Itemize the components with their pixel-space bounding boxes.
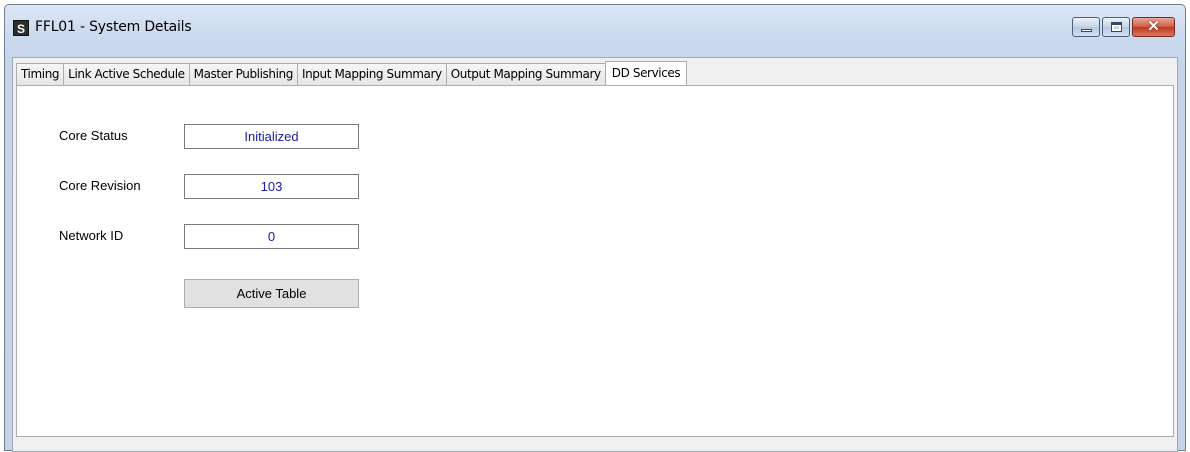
close-button[interactable]: ✕	[1132, 17, 1175, 37]
core-status-field[interactable]: Initialized	[184, 124, 359, 149]
tab-master-publishing[interactable]: Master Publishing	[188, 63, 298, 85]
title-bar[interactable]: S FFL01 - System Details ✕	[5, 5, 1185, 51]
network-id-label: Network ID	[59, 228, 124, 243]
minimize-button[interactable]	[1072, 17, 1100, 37]
tab-output-mapping-summary[interactable]: Output Mapping Summary	[445, 63, 606, 85]
network-id-field[interactable]: 0	[184, 224, 359, 249]
active-table-button[interactable]: Active Table	[184, 279, 359, 308]
system-details-window: S FFL01 - System Details ✕ Timing Link A…	[4, 4, 1186, 452]
maximize-icon	[1111, 22, 1122, 32]
caption-buttons: ✕	[1070, 17, 1175, 37]
tab-dd-services[interactable]: DD Services	[604, 61, 688, 85]
close-icon: ✕	[1147, 18, 1160, 35]
tab-input-mapping-summary[interactable]: Input Mapping Summary	[296, 63, 447, 85]
maximize-button[interactable]	[1102, 17, 1130, 37]
core-status-label: Core Status	[59, 128, 128, 143]
core-revision-field[interactable]: 103	[184, 174, 359, 199]
client-area: Timing Link Active Schedule Master Publi…	[12, 57, 1178, 452]
app-logo-icon: S	[13, 20, 29, 36]
dd-services-panel: Core Status Initialized Core Revision 10…	[16, 85, 1174, 437]
tab-link-active-schedule[interactable]: Link Active Schedule	[63, 63, 190, 85]
minimize-icon	[1081, 29, 1092, 32]
tab-timing[interactable]: Timing	[16, 63, 65, 85]
tab-strip: Timing Link Active Schedule Master Publi…	[16, 61, 688, 85]
core-revision-label: Core Revision	[59, 178, 141, 193]
window-title: FFL01 - System Details	[35, 19, 192, 35]
